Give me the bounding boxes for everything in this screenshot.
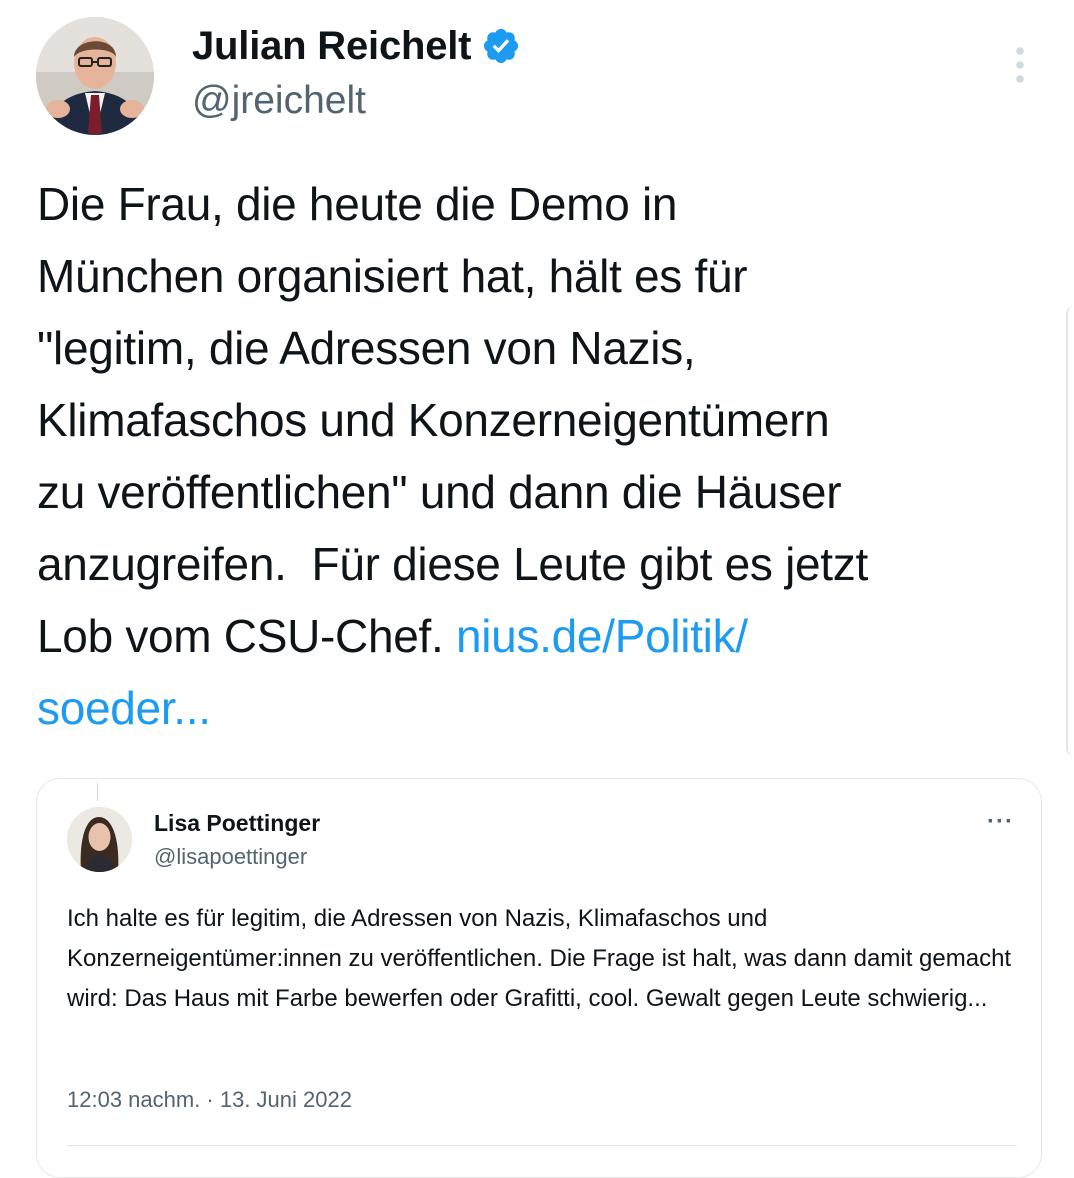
- thread-tick: [97, 783, 98, 801]
- author-name-row[interactable]: Julian Reichelt: [192, 22, 521, 70]
- author-avatar-image: [36, 17, 154, 135]
- author-name[interactable]: Julian Reichelt: [192, 22, 472, 70]
- verified-badge-icon: [484, 28, 519, 64]
- quoted-author-avatar[interactable]: [67, 807, 132, 872]
- quoted-author-name[interactable]: Lisa Poettinger: [154, 808, 320, 838]
- tweet-text: Die Frau, die heute die Demo in München …: [37, 168, 1062, 744]
- scroll-edge: [1066, 306, 1074, 756]
- quoted-author-avatar-image: [67, 807, 132, 872]
- quoted-tweet-divider: [67, 1145, 1017, 1146]
- quoted-author-handle[interactable]: @lisapoettinger: [154, 842, 307, 872]
- tweet-body: Die Frau, die heute die Demo in München …: [37, 178, 868, 662]
- more-horizontal-icon[interactable]: ···: [987, 807, 1014, 837]
- quoted-tweet-text: Ich halte es für legitim, die Adressen v…: [67, 905, 1012, 1012]
- author-handle[interactable]: @jreichelt: [192, 77, 366, 125]
- quoted-tweet-timestamp[interactable]: 12:03 nachm. · 13. Juni 2022: [67, 1085, 352, 1115]
- more-vertical-icon[interactable]: [1006, 44, 1034, 88]
- quoted-tweet-card[interactable]: Lisa Poettinger @lisapoettinger ··· Ich …: [36, 778, 1042, 1178]
- author-avatar[interactable]: [36, 17, 154, 135]
